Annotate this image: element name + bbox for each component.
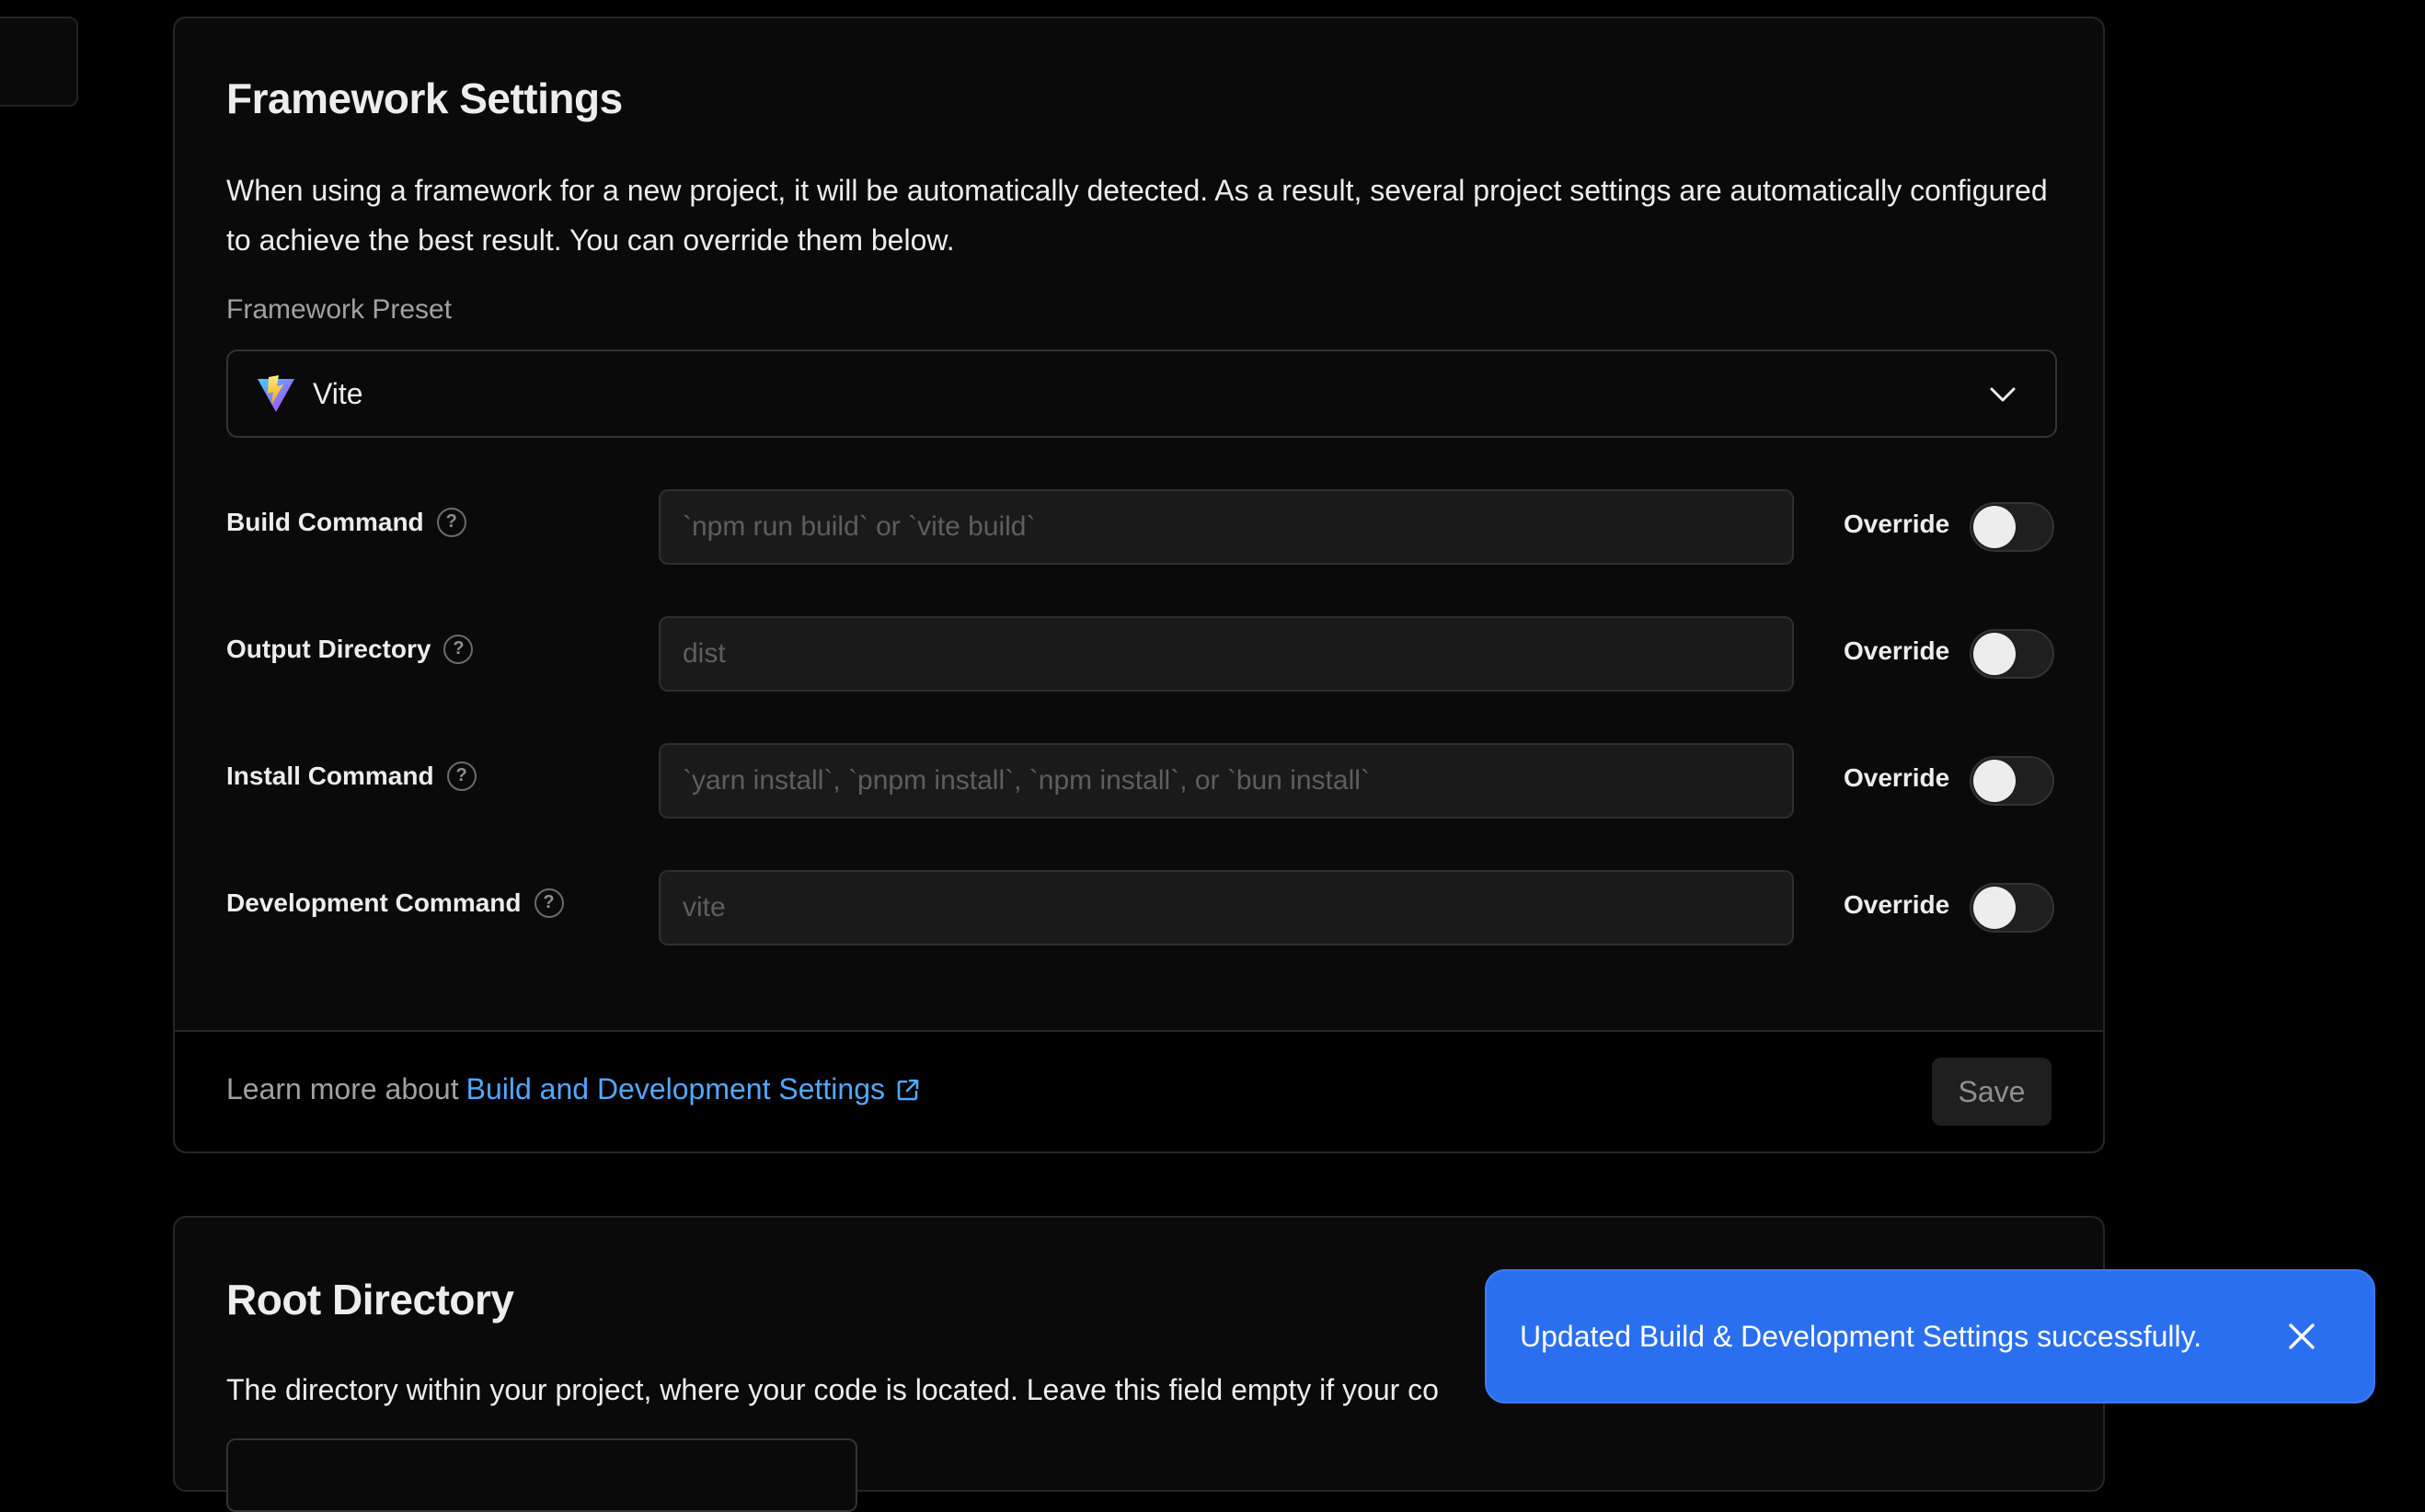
framework-settings-description: When using a framework for a new project…: [226, 174, 2048, 257]
output-directory-override-toggle[interactable]: [1970, 629, 2054, 679]
sidebar-stub: [0, 17, 78, 107]
development-command-input[interactable]: [659, 870, 1794, 945]
save-button[interactable]: Save: [1932, 1058, 2051, 1126]
build-command-input[interactable]: [659, 489, 1794, 565]
toast-message: Updated Build & Development Settings suc…: [1520, 1319, 2202, 1353]
framework-settings-footer: Learn more about Build and Development S…: [175, 1030, 2103, 1151]
framework-preset-value: Vite: [313, 376, 363, 410]
override-label: Override: [1844, 636, 1950, 665]
install-command-row: Install Command ? Override: [226, 743, 2057, 819]
help-icon[interactable]: ?: [443, 635, 474, 664]
toggle-knob: [1973, 760, 2016, 802]
override-label: Override: [1844, 890, 1950, 919]
development-command-label: Development Command: [226, 888, 522, 917]
framework-preset-select[interactable]: Vite: [226, 349, 2057, 438]
framework-settings-title: Framework Settings: [226, 74, 623, 122]
success-toast: Updated Build & Development Settings suc…: [1485, 1269, 2375, 1403]
override-label: Override: [1844, 510, 1950, 538]
toggle-knob: [1973, 506, 2016, 548]
output-directory-label: Output Directory: [226, 635, 431, 663]
root-directory-title: Root Directory: [226, 1276, 514, 1323]
vite-logo-icon: [258, 375, 294, 412]
install-command-input[interactable]: [659, 743, 1794, 819]
build-command-row: Build Command ? Override: [226, 489, 2057, 565]
help-icon[interactable]: ?: [436, 508, 466, 537]
build-dev-settings-link[interactable]: Build and Development Settings: [466, 1072, 885, 1106]
development-command-row: Development Command ? Override: [226, 870, 2057, 945]
output-directory-input[interactable]: [659, 616, 1794, 692]
override-label: Override: [1844, 763, 1950, 792]
install-command-override-toggle[interactable]: [1970, 756, 2054, 806]
development-command-override-toggle[interactable]: [1970, 883, 2054, 933]
root-directory-input[interactable]: [226, 1438, 857, 1512]
framework-settings-card: Framework Settings When using a framewor…: [173, 17, 2105, 1153]
help-icon[interactable]: ?: [446, 762, 477, 791]
learn-more-text: Learn more about: [226, 1072, 459, 1105]
close-icon[interactable]: [2285, 1320, 2318, 1353]
toggle-knob: [1973, 887, 2016, 929]
build-command-override-toggle[interactable]: [1970, 502, 2054, 552]
toggle-knob: [1973, 633, 2016, 675]
chevron-down-icon: [1990, 387, 2016, 402]
external-link-icon[interactable]: [896, 1078, 920, 1102]
help-icon[interactable]: ?: [534, 888, 564, 918]
build-command-label: Build Command: [226, 508, 424, 536]
output-directory-row: Output Directory ? Override: [226, 616, 2057, 692]
framework-preset-label: Framework Preset: [226, 294, 453, 325]
install-command-label: Install Command: [226, 762, 434, 790]
